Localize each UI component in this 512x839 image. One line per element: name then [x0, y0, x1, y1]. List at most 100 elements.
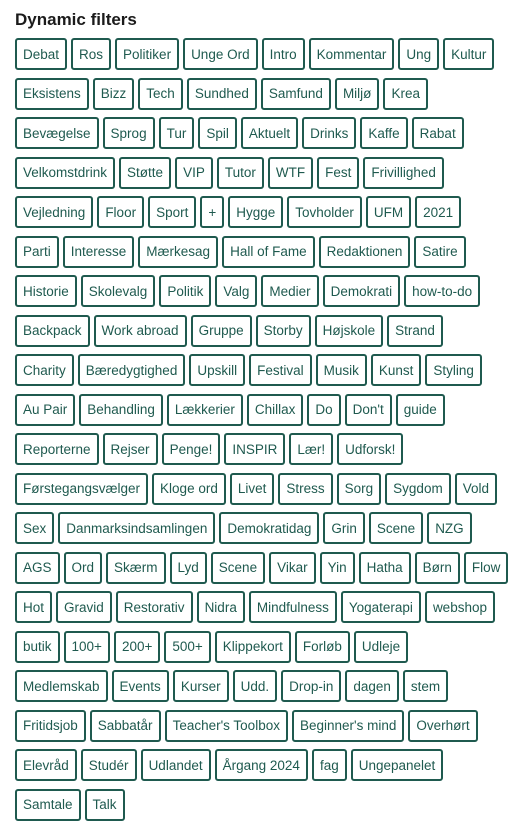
filter-tag-button[interactable]: Au Pair [15, 393, 76, 426]
filter-tag-button[interactable]: webshop [424, 591, 495, 623]
filter-tag-button[interactable]: Miljø [334, 77, 380, 110]
filter-tag-button[interactable]: Tur [158, 117, 195, 149]
filter-tag-button[interactable]: Eksistens [15, 77, 89, 110]
filter-tag-button[interactable]: Drop-in [281, 670, 342, 702]
filter-tag-button[interactable]: Bevægelse [15, 117, 99, 149]
filter-tag-button[interactable]: Politik [159, 275, 212, 307]
filter-tag-button[interactable]: 100+ [63, 630, 110, 663]
filter-tag-button[interactable]: Sundhed [186, 77, 257, 110]
filter-tag-button[interactable]: AGS [15, 551, 60, 584]
filter-tag-button[interactable]: Mærkesag [138, 235, 219, 268]
filter-tag-button[interactable]: Danmarksindsamlingen [58, 512, 216, 544]
filter-tag-button[interactable]: Work abroad [93, 314, 187, 347]
filter-tag-button[interactable]: Charity [15, 354, 74, 386]
filter-tag-button[interactable]: guide [395, 393, 445, 426]
filter-tag-button[interactable]: Yogaterapi [340, 591, 421, 623]
filter-tag-button[interactable]: 200+ [113, 630, 161, 663]
filter-tag-button[interactable]: Lækkerier [166, 393, 243, 426]
filter-tag-button[interactable]: INSPIR [224, 433, 286, 465]
filter-tag-button[interactable]: Intro [261, 38, 305, 70]
filter-tag-button[interactable]: + [200, 196, 225, 228]
filter-tag-button[interactable]: how-to-do [404, 275, 481, 307]
filter-tag-button[interactable]: Interesse [62, 235, 135, 268]
filter-tag-button[interactable]: Rabat [411, 117, 464, 149]
filter-tag-button[interactable]: Sprog [102, 117, 155, 149]
filter-tag-button[interactable]: Kaffe [360, 117, 408, 149]
filter-tag-button[interactable]: Medlemskab [15, 670, 108, 702]
filter-tag-button[interactable]: Sygdom [385, 472, 451, 505]
filter-tag-button[interactable]: NZG [427, 512, 472, 544]
filter-tag-button[interactable]: Floor [97, 196, 145, 228]
filter-tag-button[interactable]: Mindfulness [248, 591, 337, 623]
filter-tag-button[interactable]: Børn [414, 551, 460, 584]
filter-tag-button[interactable]: Samfund [260, 77, 331, 110]
filter-tag-button[interactable]: Styling [425, 354, 482, 386]
filter-tag-button[interactable]: Scene [210, 551, 266, 584]
filter-tag-button[interactable]: Sport [148, 196, 197, 228]
filter-tag-button[interactable]: Lyd [169, 551, 207, 584]
filter-tag-button[interactable]: Førstegangsvælger [15, 472, 149, 505]
filter-tag-button[interactable]: Unge Ord [183, 38, 258, 70]
filter-tag-button[interactable]: Spil [198, 117, 237, 149]
filter-tag-button[interactable]: Ung [398, 38, 440, 70]
filter-tag-button[interactable]: Velkomstdrink [15, 156, 116, 189]
filter-tag-button[interactable]: Tovholder [287, 196, 362, 228]
filter-tag-button[interactable]: Udd. [232, 670, 278, 702]
filter-tag-button[interactable]: Sorg [336, 472, 382, 505]
filter-tag-button[interactable]: Årgang 2024 [214, 749, 308, 781]
filter-tag-button[interactable]: Ord [63, 551, 103, 584]
filter-tag-button[interactable]: fag [311, 749, 347, 781]
filter-tag-button[interactable]: Støtte [119, 156, 172, 189]
filter-tag-button[interactable]: Vejledning [15, 196, 94, 228]
filter-tag-button[interactable]: Tech [138, 77, 183, 110]
filter-tag-button[interactable]: Gruppe [190, 314, 252, 347]
filter-tag-button[interactable]: Talk [84, 788, 125, 821]
filter-tag-button[interactable]: Hatha [358, 551, 411, 584]
filter-tag-button[interactable]: Udlandet [140, 749, 211, 781]
filter-tag-button[interactable]: 2021 [415, 196, 462, 228]
filter-tag-button[interactable]: Højskole [314, 314, 384, 347]
filter-tag-button[interactable]: Behandling [79, 393, 163, 426]
filter-tag-button[interactable]: Skærm [106, 551, 166, 584]
filter-tag-button[interactable]: Sex [15, 512, 55, 544]
filter-tag-button[interactable]: Skolevalg [80, 275, 156, 307]
filter-tag-button[interactable]: Ungepanelet [350, 749, 444, 781]
filter-tag-button[interactable]: Ros [71, 38, 112, 70]
filter-tag-button[interactable]: Festival [249, 354, 312, 386]
filter-tag-button[interactable]: Chillax [246, 393, 304, 426]
filter-tag-button[interactable]: stem [402, 670, 449, 702]
filter-tag-button[interactable]: Drinks [302, 117, 357, 149]
filter-tag-button[interactable]: Hygge [228, 196, 284, 228]
filter-tag-button[interactable]: Bæredygtighed [77, 354, 186, 386]
filter-tag-button[interactable]: VIP [175, 156, 213, 189]
filter-tag-button[interactable]: Yin [319, 551, 355, 584]
filter-tag-button[interactable]: Debat [15, 38, 68, 70]
filter-tag-button[interactable]: Nidra [196, 591, 245, 623]
filter-tag-button[interactable]: Studér [80, 749, 137, 781]
filter-tag-button[interactable]: Strand [387, 314, 443, 347]
filter-tag-button[interactable]: Livet [229, 472, 275, 505]
filter-tag-button[interactable]: Forløb [294, 630, 350, 663]
filter-tag-button[interactable]: Vold [454, 472, 497, 505]
filter-tag-button[interactable]: Upskill [189, 354, 246, 386]
filter-tag-button[interactable]: Overhørt [408, 709, 478, 742]
filter-tag-button[interactable]: UFM [365, 196, 412, 228]
filter-tag-button[interactable]: Flow [463, 551, 509, 584]
filter-tag-button[interactable]: Kunst [370, 354, 422, 386]
filter-tag-button[interactable]: Kurser [172, 670, 229, 702]
filter-tag-button[interactable]: Redaktionen [318, 235, 411, 268]
filter-tag-button[interactable]: Samtale [15, 788, 81, 821]
filter-tag-button[interactable]: Vikar [269, 551, 316, 584]
filter-tag-button[interactable]: Tutor [216, 156, 264, 189]
filter-tag-button[interactable]: Klippekort [214, 630, 291, 663]
filter-tag-button[interactable]: Gravid [56, 591, 112, 623]
filter-tag-button[interactable]: Frivillighed [363, 156, 444, 189]
filter-tag-button[interactable]: Kultur [443, 38, 495, 70]
filter-tag-button[interactable]: Medier [261, 275, 319, 307]
filter-tag-button[interactable]: Udleje [353, 630, 409, 663]
filter-tag-button[interactable]: Beginner's mind [291, 709, 405, 742]
filter-tag-button[interactable]: Hall of Fame [222, 235, 315, 268]
filter-tag-button[interactable]: Storby [255, 314, 311, 347]
filter-tag-button[interactable]: Fest [317, 156, 360, 189]
filter-tag-button[interactable]: 500+ [164, 630, 211, 663]
